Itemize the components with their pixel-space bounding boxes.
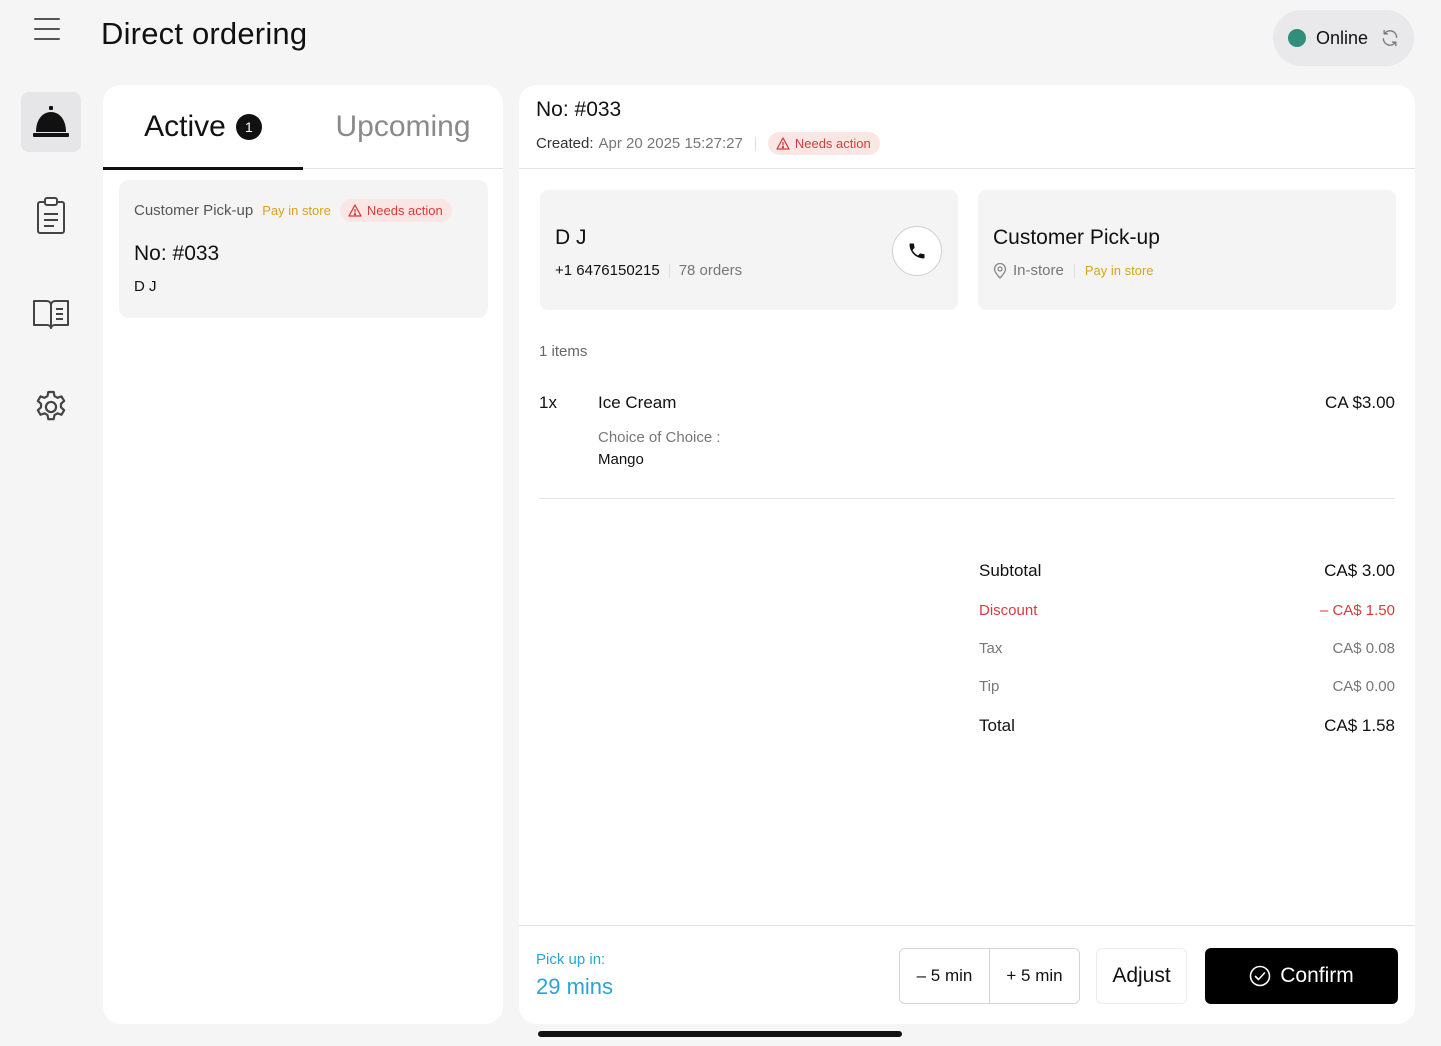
service-bell-icon bbox=[33, 106, 69, 137]
tab-active-count-badge: 1 bbox=[235, 114, 262, 140]
total-value: CA$ 1.58 bbox=[1324, 716, 1395, 735]
tax-row: Tax CA$ 0.08 bbox=[979, 638, 1395, 658]
online-status-toggle[interactable]: Online bbox=[1273, 10, 1414, 66]
customer-info-box: D J +1 6476150215 78 orders bbox=[540, 190, 958, 310]
phone-icon bbox=[909, 243, 925, 259]
customer-order-count: 78 orders bbox=[678, 262, 743, 279]
tax-value: CA$ 0.08 bbox=[1332, 639, 1395, 657]
pickup-time-value: 29 mins bbox=[536, 974, 614, 999]
online-status-label: Online bbox=[1316, 27, 1369, 48]
tip-value: CA$ 0.00 bbox=[1332, 677, 1395, 695]
item-option-value: Mango bbox=[598, 451, 644, 468]
item-option-label: Choice of Choice : bbox=[598, 429, 721, 446]
total-row: Total CA$ 1.58 bbox=[979, 714, 1395, 738]
sidebar-item-menu[interactable] bbox=[21, 284, 81, 344]
menu-line bbox=[34, 18, 60, 20]
order-action-footer: Pick up in: 29 mins – 5 min + 5 min Adju… bbox=[519, 925, 1415, 1024]
payment-method: Pay in store bbox=[262, 202, 331, 218]
tax-label: Tax bbox=[979, 639, 1003, 657]
sidebar-item-settings[interactable] bbox=[21, 377, 81, 437]
clipboard-icon bbox=[37, 197, 65, 234]
order-totals: Subtotal CA$ 3.00 Discount – CA$ 1.50 Ta… bbox=[979, 559, 1395, 738]
tab-active-label: Active bbox=[144, 110, 226, 143]
gear-icon bbox=[36, 390, 66, 421]
order-created-row: Created: Apr 20 2025 15:27:27 Needs acti… bbox=[536, 132, 1398, 155]
order-detail-number: No: #033 bbox=[536, 98, 622, 121]
discount-value: – CA$ 1.50 bbox=[1319, 601, 1395, 619]
items-divider bbox=[539, 498, 1395, 499]
confirm-label: Confirm bbox=[1280, 964, 1354, 987]
order-tabs: Active 1 Upcoming bbox=[103, 85, 503, 170]
customer-phone: +1 6476150215 bbox=[555, 262, 660, 279]
tab-upcoming-label: Upcoming bbox=[335, 110, 471, 143]
subtotal-label: Subtotal bbox=[979, 561, 1042, 580]
adjust-button[interactable]: Adjust bbox=[1096, 948, 1187, 1004]
hamburger-menu-button[interactable] bbox=[30, 18, 64, 44]
customer-name: D J bbox=[555, 226, 587, 249]
discount-row: Discount – CA$ 1.50 bbox=[979, 600, 1395, 620]
needs-action-label: Needs action bbox=[366, 202, 443, 218]
page-title: Direct ordering bbox=[101, 16, 308, 51]
fulfillment-type: Customer Pick-up bbox=[993, 226, 1160, 249]
check-circle-icon bbox=[1249, 965, 1271, 987]
order-number: No: #033 bbox=[134, 242, 220, 265]
needs-action-badge: Needs action bbox=[767, 132, 880, 155]
fulfillment-location: In-store bbox=[1013, 262, 1064, 279]
menu-line bbox=[34, 28, 60, 30]
item-price: CA $3.00 bbox=[1325, 393, 1395, 412]
order-list-item[interactable]: Customer Pick-up Pay in store Needs acti… bbox=[119, 180, 488, 318]
location-pin-icon bbox=[993, 262, 1007, 279]
pickup-time-label: Pick up in: bbox=[536, 951, 606, 968]
refresh-icon[interactable] bbox=[1380, 28, 1400, 48]
menu-book-icon bbox=[33, 300, 69, 329]
created-label: Created: bbox=[536, 135, 594, 152]
item-quantity: 1x bbox=[539, 393, 557, 412]
plus-5-min-button[interactable]: + 5 min bbox=[989, 949, 1079, 1003]
tip-row: Tip CA$ 0.00 bbox=[979, 676, 1395, 696]
separator bbox=[668, 263, 670, 278]
item-name: Ice Cream bbox=[598, 393, 677, 412]
discount-label: Discount bbox=[979, 601, 1038, 619]
warning-icon bbox=[776, 137, 790, 150]
confirm-button[interactable]: Confirm bbox=[1205, 948, 1398, 1004]
items-count: 1 items bbox=[539, 343, 588, 360]
separator bbox=[1073, 263, 1075, 278]
needs-action-label: Needs action bbox=[794, 136, 871, 151]
created-timestamp: Apr 20 2025 15:27:27 bbox=[598, 135, 743, 152]
order-type: Customer Pick-up bbox=[134, 201, 254, 219]
sidebar-item-orders-history[interactable] bbox=[21, 186, 81, 246]
customer-name: D J bbox=[134, 278, 157, 295]
total-label: Total bbox=[979, 716, 1015, 735]
online-status-dot bbox=[1288, 29, 1306, 47]
minus-5-min-button[interactable]: – 5 min bbox=[900, 949, 989, 1003]
tab-active[interactable]: Active 1 bbox=[103, 85, 303, 170]
warning-icon bbox=[348, 203, 362, 217]
order-list-panel: Active 1 Upcoming Customer Pick-up Pay i… bbox=[103, 85, 503, 1024]
fulfillment-info-box: Customer Pick-up In-store Pay in store bbox=[978, 190, 1396, 310]
call-customer-button[interactable] bbox=[892, 226, 942, 276]
separator bbox=[754, 136, 756, 151]
order-detail-header: No: #033 Created: Apr 20 2025 15:27:27 N… bbox=[519, 85, 1415, 169]
needs-action-badge: Needs action bbox=[339, 198, 452, 222]
subtotal-value: CA$ 3.00 bbox=[1324, 561, 1395, 580]
menu-line bbox=[34, 38, 60, 40]
subtotal-row: Subtotal CA$ 3.00 bbox=[979, 559, 1395, 583]
tip-label: Tip bbox=[979, 677, 1000, 695]
home-indicator bbox=[538, 1031, 902, 1037]
payment-method: Pay in store bbox=[1084, 263, 1154, 278]
sidebar-item-orders[interactable] bbox=[21, 92, 81, 152]
pickup-time-adjuster: – 5 min + 5 min bbox=[899, 948, 1080, 1004]
order-detail-panel: No: #033 Created: Apr 20 2025 15:27:27 N… bbox=[519, 85, 1415, 1024]
tab-upcoming[interactable]: Upcoming bbox=[303, 85, 503, 169]
